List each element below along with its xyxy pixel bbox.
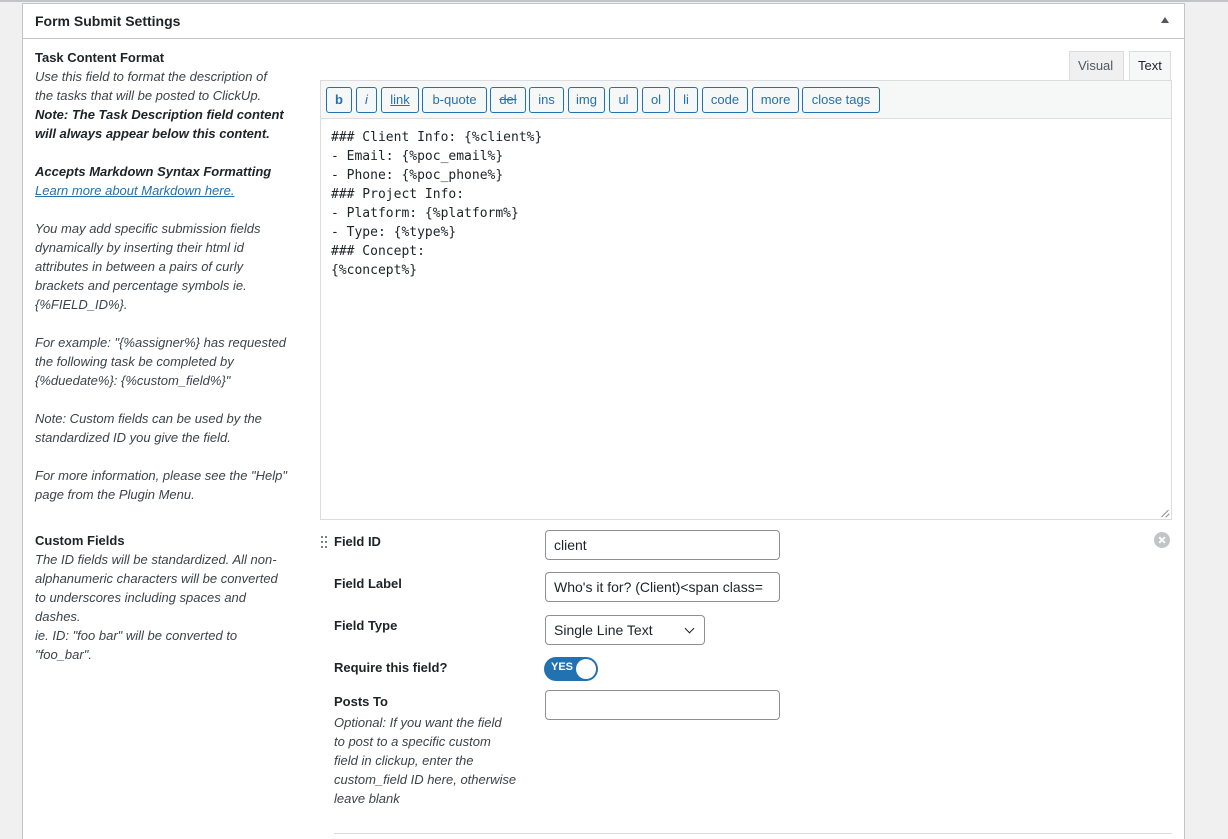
field-label-label: Field Label bbox=[334, 576, 402, 591]
help-line: page from the Plugin Menu. bbox=[35, 487, 195, 502]
help-line: Optional: If you want the field bbox=[334, 715, 502, 730]
content-line: ### Concept: bbox=[331, 244, 425, 259]
help-line: to post to a specific custom bbox=[334, 734, 491, 749]
help-line: alphanumeric characters will be converte… bbox=[35, 571, 278, 586]
help-line: The ID fields will be standardized. All … bbox=[35, 552, 277, 567]
posts-to-label: Posts To bbox=[334, 694, 388, 709]
tab-text[interactable]: Text bbox=[1129, 51, 1171, 81]
custom-fields-description: The ID fields will be standardized. All … bbox=[35, 550, 307, 664]
resize-grip-icon[interactable] bbox=[1160, 508, 1169, 517]
task-content-title: Task Content Format bbox=[35, 50, 165, 65]
help-line: leave blank bbox=[334, 791, 400, 806]
custom-fields-title: Custom Fields bbox=[35, 533, 125, 548]
markdown-help-link[interactable]: Learn more about Markdown here. bbox=[35, 183, 234, 198]
require-field-toggle[interactable]: YES bbox=[544, 657, 598, 681]
li-button[interactable]: li bbox=[674, 87, 698, 113]
task-description-note: Note: The Task Description field content bbox=[35, 107, 284, 122]
content-line: - Type: {%type%} bbox=[331, 225, 457, 240]
chevron-down-icon bbox=[684, 623, 695, 634]
markdown-heading: Accepts Markdown Syntax Formatting bbox=[35, 164, 272, 179]
blockquote-button[interactable]: b-quote bbox=[422, 87, 487, 113]
help-line: dashes. bbox=[35, 609, 81, 624]
drag-handle-icon[interactable] bbox=[321, 535, 329, 551]
help-line: custom_field ID here, otherwise bbox=[334, 772, 517, 787]
help-line: You may add specific submission fields bbox=[35, 221, 261, 236]
content-line: {%concept%} bbox=[331, 263, 418, 278]
top-divider bbox=[0, 0, 1228, 2]
ul-button[interactable]: ul bbox=[609, 87, 638, 113]
posts-to-help: Optional: If you want the field to post … bbox=[334, 713, 534, 808]
help-line: dynamically by inserting their html id bbox=[35, 240, 244, 255]
help-line: For example: "{%assigner%} has requested bbox=[35, 335, 287, 350]
remove-field-icon[interactable] bbox=[1154, 532, 1170, 548]
help-line: Use this field to format the description… bbox=[35, 69, 267, 84]
del-button[interactable]: del bbox=[490, 87, 526, 113]
help-line: standardized ID you give the field. bbox=[35, 430, 231, 445]
italic-button[interactable]: i bbox=[356, 87, 377, 113]
field-type-select[interactable]: Single Line Text bbox=[545, 615, 705, 645]
bold-button[interactable]: b bbox=[326, 87, 352, 113]
field-divider bbox=[334, 833, 1172, 834]
close-tags-button[interactable]: close tags bbox=[802, 87, 880, 113]
help-line: {%FIELD_ID%}. bbox=[35, 297, 128, 312]
ins-button[interactable]: ins bbox=[529, 87, 564, 113]
task-content-help: Task Content Format Use this field to fo… bbox=[35, 48, 307, 664]
field-id-label: Field ID bbox=[334, 534, 381, 549]
help-line: to underscores including spaces and bbox=[35, 590, 247, 605]
help-line: For more information, please see the "He… bbox=[35, 468, 288, 483]
require-field-label: Require this field? bbox=[334, 660, 448, 675]
triangle-up-icon bbox=[1161, 17, 1169, 23]
posts-to-input[interactable] bbox=[545, 690, 780, 720]
img-button[interactable]: img bbox=[568, 87, 605, 113]
field-type-value: Single Line Text bbox=[554, 622, 653, 638]
toggle-knob bbox=[576, 659, 596, 679]
content-textarea[interactable]: ### Client Info: {%client%} - Email: {%po… bbox=[321, 119, 1171, 519]
field-id-input[interactable]: client bbox=[545, 530, 780, 560]
field-label-input[interactable]: Who's it for? (Client)<span class= bbox=[545, 572, 780, 602]
content-line: - Platform: {%platform%} bbox=[331, 206, 519, 221]
task-description-note: will always appear below this content. bbox=[35, 126, 270, 141]
content-line: - Phone: {%poc_phone%} bbox=[331, 168, 504, 183]
help-line: "foo_bar". bbox=[35, 647, 92, 662]
code-button[interactable]: code bbox=[702, 87, 748, 113]
help-line: the following task be completed by bbox=[35, 354, 234, 369]
help-line: ie. ID: "foo bar" will be converted to bbox=[35, 628, 238, 643]
help-line: attributes in between a pairs of curly bbox=[35, 259, 244, 274]
link-button[interactable]: link bbox=[381, 87, 419, 113]
panel-header: Form Submit Settings bbox=[23, 4, 1184, 39]
field-type-label: Field Type bbox=[334, 618, 398, 633]
content-line: ### Client Info: {%client%} bbox=[331, 130, 543, 145]
ol-button[interactable]: ol bbox=[642, 87, 670, 113]
help-line: field in clickup, enter the bbox=[334, 753, 474, 768]
collapse-toggle-button[interactable] bbox=[1158, 14, 1172, 28]
task-content-editor: b i link b-quote del ins img ul ol li co… bbox=[320, 80, 1172, 520]
toggle-state-text: YES bbox=[551, 661, 574, 673]
panel-title: Form Submit Settings bbox=[35, 13, 181, 29]
help-line: brackets and percentage symbols ie. bbox=[35, 278, 247, 293]
help-line: {%duedate%}: {%custom_field%}" bbox=[35, 373, 231, 388]
more-button[interactable]: more bbox=[752, 87, 799, 113]
content-line: - Email: {%poc_email%} bbox=[331, 149, 504, 164]
help-line: the tasks that will be posted to ClickUp… bbox=[35, 88, 262, 103]
task-content-description: Use this field to format the description… bbox=[35, 67, 307, 504]
tab-visual[interactable]: Visual bbox=[1069, 51, 1124, 81]
help-line: Note: Custom fields can be used by the bbox=[35, 411, 262, 426]
quicktags-toolbar: b i link b-quote del ins img ul ol li co… bbox=[321, 81, 1171, 119]
form-submit-settings-panel: Form Submit Settings Task Content Format… bbox=[22, 3, 1185, 839]
content-line: ### Project Info: bbox=[331, 187, 465, 202]
